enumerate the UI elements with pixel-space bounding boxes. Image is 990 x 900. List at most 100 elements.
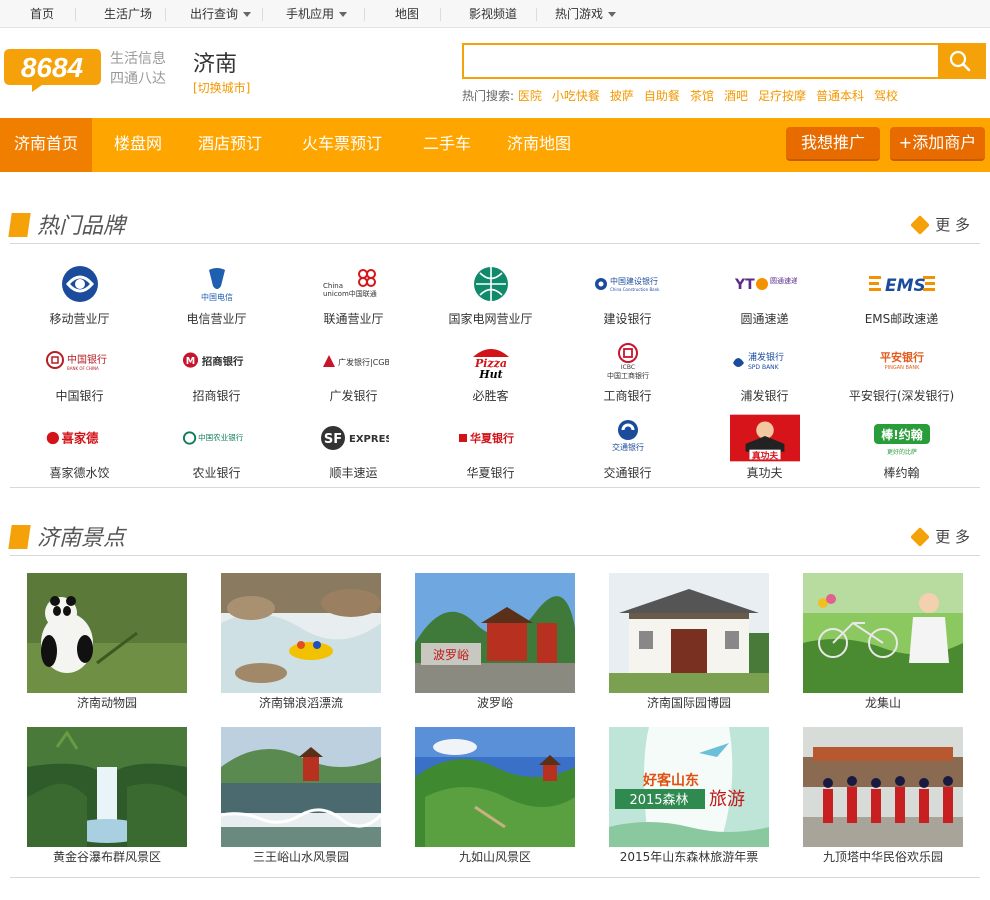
sf-express-logo-icon: SF EXPRESS xyxy=(319,414,389,462)
city-name: 济南 xyxy=(193,52,238,77)
hot-keyword[interactable]: 普通本科 xyxy=(816,89,864,103)
spot-item[interactable]: 龙集山 xyxy=(803,573,963,711)
hot-keyword[interactable]: 小吃快餐 xyxy=(552,89,600,103)
hot-keyword[interactable]: 茶馆 xyxy=(690,89,714,103)
more-link[interactable]: 更 多 xyxy=(910,526,970,547)
brand-name: 农业银行 xyxy=(192,466,241,480)
brand-item[interactable]: 交通银行 交通银行 xyxy=(559,414,696,491)
brand-item[interactable]: 平安银行 PINGAN BANK 平安银行(深发银行) xyxy=(833,337,970,414)
brand-item[interactable]: 广发银行|CGB 广发银行 xyxy=(285,337,422,414)
spot-item[interactable]: 济南国际园博园 xyxy=(609,573,769,711)
hot-keyword[interactable]: 酒吧 xyxy=(724,89,748,103)
topnav-home[interactable]: 首页 xyxy=(30,0,54,28)
svg-text:浦发银行: 浦发银行 xyxy=(748,351,784,363)
svg-text:中国建设银行: 中国建设银行 xyxy=(610,276,658,286)
spot-name: 济南动物园 xyxy=(76,696,137,710)
brand-item[interactable]: 棒!约翰 更好的比萨 棒约翰 xyxy=(833,414,970,491)
hot-keyword[interactable]: 自助餐 xyxy=(644,89,680,103)
spot-name: 2015年山东森林旅游年票 xyxy=(619,850,759,864)
waterfall-photo-icon xyxy=(27,727,187,847)
brand-name: 浦发银行 xyxy=(740,389,789,403)
brand-name: 工商银行 xyxy=(603,389,652,403)
add-merchant-button[interactable]: +添加商户 xyxy=(890,127,985,161)
reservoir-photo-icon xyxy=(221,727,381,847)
hot-keyword[interactable]: 医院 xyxy=(518,89,542,103)
brand-name: 平安银行(深发银行) xyxy=(848,389,955,403)
garden-expo-photo-icon xyxy=(609,573,769,693)
brand-name: 广发银行 xyxy=(329,389,378,403)
topnav-label: 热门游戏 xyxy=(555,7,604,21)
brand-item[interactable]: 中国建设银行 China Construction Bank 建设银行 xyxy=(559,260,696,337)
search-input[interactable] xyxy=(464,45,938,77)
brand-item[interactable]: 中国银行 BANK OF CHINA 中国银行 xyxy=(11,337,148,414)
brand-item[interactable]: Pizza Hut 必胜客 xyxy=(422,337,559,414)
spot-name: 黄金谷瀑布群风景区 xyxy=(52,850,161,864)
spot-item[interactable]: 黄金谷瀑布群风景区 xyxy=(27,727,187,865)
spot-item[interactable]: 济南动物园 xyxy=(27,573,187,711)
brand-item[interactable]: 华夏银行 华夏银行 xyxy=(422,414,559,491)
nav-used-cars[interactable]: 二手车 xyxy=(423,118,471,172)
chevron-down-icon xyxy=(339,12,348,17)
svg-text:更好的比萨: 更好的比萨 xyxy=(887,448,917,456)
brand-name: 喜家德水饺 xyxy=(49,466,110,480)
topnav-travel-query[interactable]: 出行查询 xyxy=(190,0,252,28)
promote-button[interactable]: 我想推广 xyxy=(786,127,880,161)
spot-item[interactable]: 济南锦浪滔漂流 xyxy=(221,573,381,711)
hot-keyword[interactable]: 驾校 xyxy=(874,89,898,103)
logo-icon: 8684 xyxy=(4,49,101,92)
brand-item[interactable]: ICBC 中国工商银行 工商银行 xyxy=(559,337,696,414)
mobile-logo-icon xyxy=(45,260,115,308)
brand-item[interactable]: 喜家德 喜家德水饺 xyxy=(11,414,148,491)
brand-item[interactable]: 中国电信 电信营业厅 xyxy=(148,260,285,337)
ems-logo-icon: EMS xyxy=(867,260,937,308)
nav-city-map[interactable]: 济南地图 xyxy=(507,118,571,172)
nav-train-tickets[interactable]: 火车票预订 xyxy=(302,118,382,172)
brand-item[interactable]: SF EXPRESS 顺丰速运 xyxy=(285,414,422,491)
svg-text:EMS: EMS xyxy=(885,276,926,296)
brand-item[interactable]: YT 圆通速递 圆通速递 xyxy=(696,260,833,337)
brand-item[interactable]: 真功夫 真功夫 xyxy=(696,414,833,491)
svg-text:SF: SF xyxy=(324,432,342,447)
spot-item[interactable]: 好客山东 2015森林 旅游 2015年山东森林旅游年票 xyxy=(609,727,769,865)
brand-item[interactable]: M 招商银行 招商银行 xyxy=(148,337,285,414)
spot-name: 济南锦浪滔漂流 xyxy=(258,696,343,710)
section-marker xyxy=(8,213,31,237)
brand-item[interactable]: 国家电网营业厅 xyxy=(422,260,559,337)
more-label: 更 多 xyxy=(935,528,970,546)
brand-item[interactable]: 浦发银行 SPD BANK 浦发银行 xyxy=(696,337,833,414)
brand-item[interactable]: EMS EMS邮政速递 xyxy=(833,260,970,337)
nav-home[interactable]: 济南首页 xyxy=(0,118,92,172)
brand-name: 电信营业厅 xyxy=(186,312,247,326)
chevron-down-icon xyxy=(608,12,617,17)
telecom-logo-icon: 中国电信 xyxy=(182,260,252,308)
topnav-video[interactable]: 影视频道 xyxy=(469,0,517,28)
chevron-down-icon xyxy=(243,12,252,17)
topnav-hot-games[interactable]: 热门游戏 xyxy=(555,0,617,28)
site-logo[interactable]: 8684 xyxy=(2,47,102,92)
spot-item[interactable]: 九顶塔中华民俗欢乐园 xyxy=(803,727,963,865)
hot-keyword[interactable]: 披萨 xyxy=(610,89,634,103)
svg-text:真功夫: 真功夫 xyxy=(752,449,778,461)
nav-real-estate[interactable]: 楼盘网 xyxy=(114,118,162,172)
more-link[interactable]: 更 多 xyxy=(910,214,970,235)
brand-item[interactable]: China unicom中国联通 联通营业厅 xyxy=(285,260,422,337)
search-button[interactable] xyxy=(938,45,984,77)
topnav-label: 出行查询 xyxy=(190,7,239,21)
spot-item[interactable]: 九如山风景区 xyxy=(415,727,575,865)
section-marker xyxy=(8,525,31,549)
topnav-map[interactable]: 地图 xyxy=(395,0,419,28)
brand-name: 中国银行 xyxy=(55,389,104,403)
divider xyxy=(10,877,980,878)
brand-item[interactable]: 中国农业银行 农业银行 xyxy=(148,414,285,491)
brand-item[interactable]: 移动营业厅 xyxy=(11,260,148,337)
svg-text:中国电信: 中国电信 xyxy=(201,292,233,302)
hot-keyword[interactable]: 足疗按摩 xyxy=(758,89,806,103)
switch-city-link[interactable]: [切换城市] xyxy=(193,79,250,96)
topnav-mobile-apps[interactable]: 手机应用 xyxy=(286,0,348,28)
spot-item[interactable]: 三王峪山水风景园 xyxy=(221,727,381,865)
tag-icon xyxy=(910,527,931,547)
topnav-life-plaza[interactable]: 生活广场 xyxy=(104,0,152,28)
spot-item[interactable]: 波罗峪 波罗峪 xyxy=(415,573,575,711)
slogan-line: 生活信息 xyxy=(110,51,166,67)
nav-hotel-booking[interactable]: 酒店预订 xyxy=(198,118,262,172)
